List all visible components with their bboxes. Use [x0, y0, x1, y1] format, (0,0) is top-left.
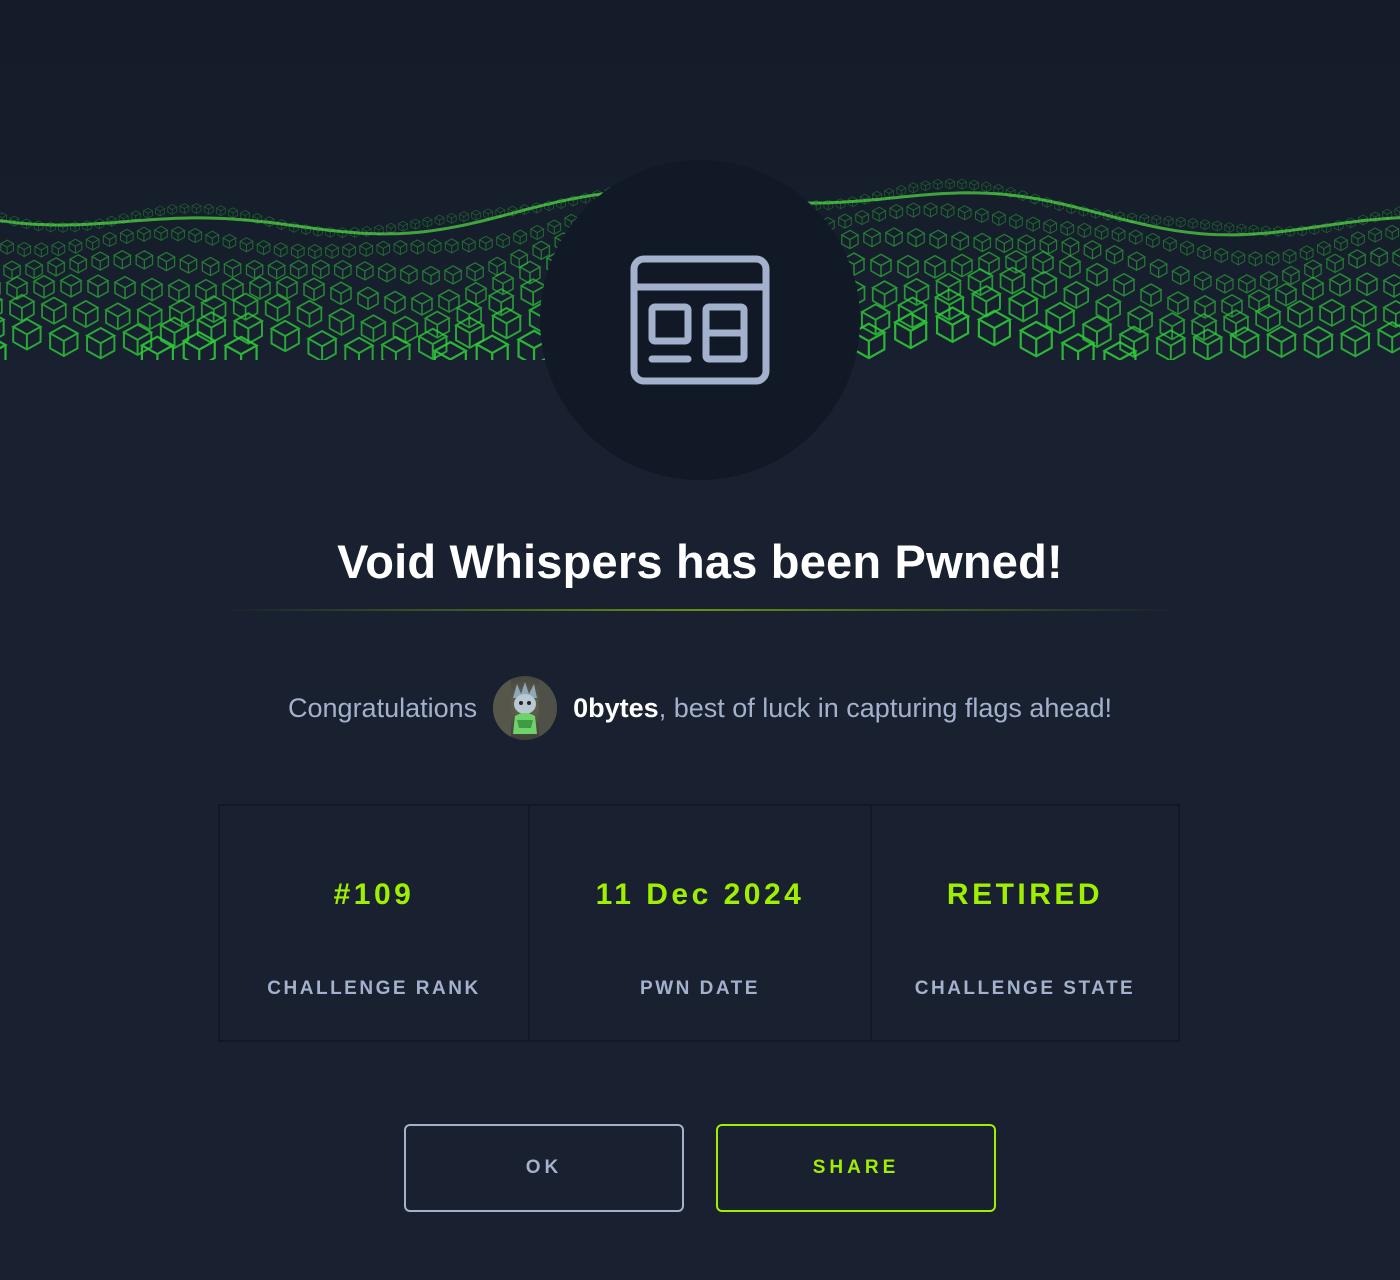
pwned-dialog: Void Whispers has been Pwned! Congratula… [0, 0, 1400, 1280]
pwn-date-value: 11 Dec 2024 [595, 878, 805, 911]
challenge-rank-value: #109 [333, 878, 415, 911]
ok-button[interactable]: OK [404, 1124, 684, 1212]
challenge-rank-label: CHALLENGE RANK [267, 978, 481, 999]
stat-challenge-state: RETIRED CHALLENGE STATE [870, 806, 1178, 1040]
user-avatar[interactable] [493, 676, 558, 740]
page-title: Void Whispers has been Pwned! [337, 535, 1063, 588]
stat-challenge-rank: #109 CHALLENGE RANK [220, 806, 528, 1040]
pwn-date-label: PWN DATE [640, 978, 760, 999]
title-divider [220, 609, 1180, 611]
congrats-suffix: , best of luck in capturing flags ahead! [658, 692, 1112, 723]
web-layout-icon [630, 255, 770, 385]
congrats-message: Congratulations 0bytes , best of luck in… [0, 676, 1400, 740]
congrats-prefix: Congratulations [288, 692, 478, 723]
challenge-state-label: CHALLENGE STATE [914, 978, 1136, 999]
challenge-state-value: RETIRED [946, 878, 1104, 911]
share-button[interactable]: SHARE [716, 1124, 996, 1212]
challenge-icon-circle [540, 160, 860, 480]
username[interactable]: 0bytes [573, 693, 659, 724]
stats-panel: #109 CHALLENGE RANK 11 Dec 2024 PWN DATE… [218, 804, 1180, 1042]
stat-pwn-date: 11 Dec 2024 PWN DATE [528, 806, 870, 1040]
